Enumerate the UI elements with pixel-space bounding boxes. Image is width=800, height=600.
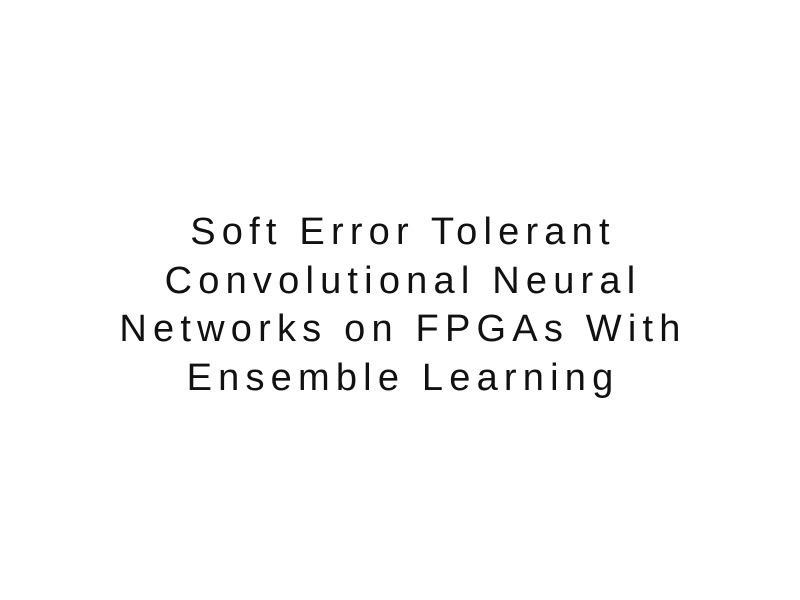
- title-line-2: Convolutional Neural: [164, 259, 642, 302]
- title-line-3: Networks on FPGAs With: [119, 308, 687, 350]
- title-line-4: Ensemble Learning: [186, 356, 620, 399]
- title-page: Soft Error Tolerant Convolutional Neural…: [0, 0, 800, 600]
- title-line-1: Soft Error Tolerant: [190, 211, 616, 253]
- document-title: Soft Error Tolerant Convolutional Neural…: [0, 208, 800, 402]
